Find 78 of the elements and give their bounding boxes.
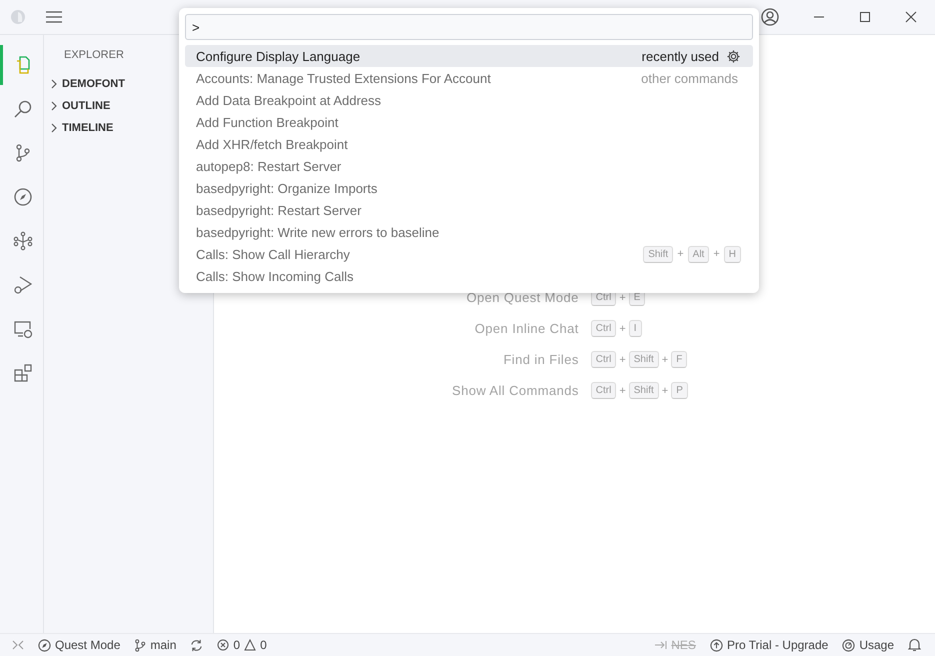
command-label: basedpyright: Write new errors to baseline (196, 224, 440, 240)
shortcut-label: Show All Commands (452, 383, 579, 398)
command-item[interactable]: Calls: Show Incoming Calls (185, 265, 753, 287)
key-cap: Shift (643, 246, 674, 262)
plus-sign: + (619, 384, 626, 396)
run-debug-icon (13, 275, 33, 295)
search-icon (13, 99, 33, 119)
settings-icon[interactable] (726, 48, 741, 64)
plus-sign: + (662, 354, 668, 366)
command-item[interactable]: basedpyright: Organize Imports (185, 177, 753, 199)
group-label: other commands (641, 70, 738, 86)
group-label: recently used (642, 48, 719, 64)
bell-icon[interactable] (908, 638, 921, 652)
key-cap: Ctrl (590, 351, 616, 368)
command-label: Add Data Breakpoint at Address (196, 92, 382, 108)
shortcut-label: Open Inline Chat (474, 321, 579, 336)
key-cap: Shift (628, 351, 659, 368)
upload-icon (710, 638, 723, 652)
command-item[interactable]: Add Function Breakpoint (185, 111, 753, 133)
command-item[interactable]: basedpyright: Restart Server (185, 199, 753, 221)
command-label: Calls: Show Incoming Calls (196, 268, 354, 284)
nodes-icon (13, 231, 33, 251)
command-item[interactable]: Accounts: Manage Trusted Extensions For Account other commands (185, 67, 753, 89)
quest-mode-status[interactable]: Quest Mode (38, 638, 120, 652)
plus-sign: + (713, 248, 720, 260)
plus-sign: + (619, 322, 626, 334)
plus-sign: + (677, 248, 684, 260)
arrow-to-bar-icon (655, 640, 668, 650)
command-label: Add XHR/fetch Breakpoint (196, 136, 348, 152)
command-item[interactable]: autopep8: Restart Server (185, 155, 753, 177)
monitor-icon (13, 319, 33, 339)
key-cap: Ctrl (590, 320, 616, 337)
section-label: TIMELINE (62, 122, 114, 134)
plus-sign: + (619, 292, 626, 304)
error-icon (217, 639, 230, 651)
key-cap: F (671, 351, 688, 368)
usage-status[interactable]: Usage (842, 638, 894, 652)
shortcut-label: Open Quest Mode (466, 290, 579, 305)
warning-icon (244, 639, 256, 651)
account-icon[interactable] (761, 8, 779, 26)
command-item[interactable]: Configure Display Language recently used (185, 45, 753, 67)
command-label: Add Function Breakpoint (196, 114, 338, 130)
compass-icon (13, 187, 33, 207)
upgrade-status[interactable]: Pro Trial - Upgrade (710, 638, 828, 652)
key-cap: P (671, 382, 688, 399)
command-item[interactable]: Calls: Show Call Hierarchy Shift + Alt + H (185, 243, 753, 265)
command-label: Calls: Show Call Hierarchy (196, 246, 350, 262)
menu-icon[interactable] (46, 11, 62, 23)
shortcut-label: Find in Files (502, 352, 579, 367)
compass-icon (38, 638, 51, 652)
maximize-icon[interactable] (859, 11, 871, 23)
close-icon[interactable] (905, 11, 917, 23)
command-label: basedpyright: Restart Server (196, 202, 362, 218)
problems-status[interactable]: 0 0 (217, 638, 267, 652)
command-label: basedpyright: Organize Imports (196, 180, 378, 196)
plus-sign: + (662, 384, 668, 396)
extensions-icon (13, 363, 33, 383)
branch-icon (134, 638, 146, 652)
gauge-icon (842, 638, 856, 652)
remote-icon[interactable] (12, 639, 24, 651)
branch-status[interactable]: main (134, 638, 176, 652)
key-cap: Alt (688, 246, 710, 262)
app-logo-icon (10, 9, 26, 25)
key-cap: Ctrl (590, 382, 616, 399)
key-cap: I (628, 320, 642, 337)
command-input[interactable]: > (185, 14, 753, 40)
command-label: autopep8: Restart Server (196, 158, 342, 174)
plus-sign: + (619, 354, 626, 366)
key-cap: Shift (628, 382, 659, 399)
key-cap: H (724, 246, 741, 262)
section-label: OUTLINE (62, 100, 110, 112)
section-label: DEMOFONT (62, 78, 125, 90)
sync-icon[interactable] (190, 638, 204, 652)
command-label: Accounts: Manage Trusted Extensions For Account (196, 70, 491, 86)
command-item[interactable]: Add Data Breakpoint at Address (185, 89, 753, 111)
command-label: Configure Display Language (196, 48, 360, 64)
command-item[interactable]: Add XHR/fetch Breakpoint (185, 133, 753, 155)
command-item[interactable]: basedpyright: Write new errors to baseline (185, 221, 753, 243)
